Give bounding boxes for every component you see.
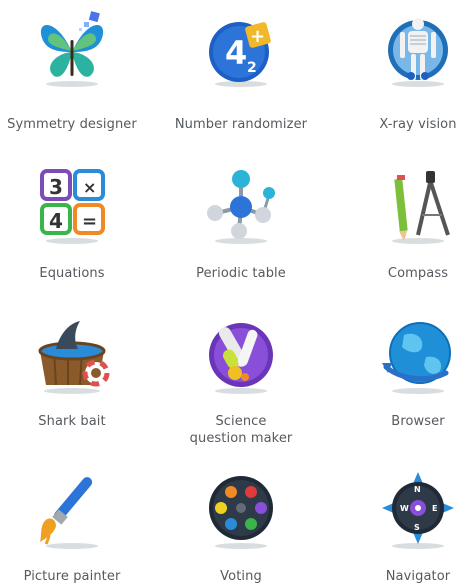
nav-compass-icon: N S W E xyxy=(380,468,456,549)
app-label-line1: Science xyxy=(215,414,267,429)
skeleton-icon xyxy=(380,10,456,90)
app-label: Equations xyxy=(39,266,105,281)
app-tile-equations[interactable]: 3 × 4 = Equations xyxy=(0,165,147,295)
app-tile-periodic-table[interactable]: Periodic table xyxy=(166,165,316,295)
app-tile-science-question-maker[interactable]: Science question maker xyxy=(166,313,316,453)
app-tile-browser[interactable]: Browser xyxy=(343,313,459,443)
paintbrush-icon xyxy=(34,468,110,549)
app-label: Navigator xyxy=(385,569,451,584)
app-label: Periodic table xyxy=(196,266,286,281)
app-label: Voting xyxy=(220,569,262,584)
svg-text:S: S xyxy=(414,523,420,532)
voting-palette-icon xyxy=(203,468,279,549)
butterfly-icon xyxy=(34,10,110,90)
app-label: X-ray vision xyxy=(379,117,457,132)
app-tile-navigator[interactable]: N S W E Navigator xyxy=(343,468,459,584)
shark-tub-icon xyxy=(34,313,110,394)
drawing-compass-icon xyxy=(380,165,456,245)
app-tile-picture-painter[interactable]: Picture painter xyxy=(0,468,147,584)
app-tile-symmetry-designer[interactable]: Symmetry designer xyxy=(0,10,147,140)
svg-text:4: 4 xyxy=(225,34,247,72)
molecule-icon xyxy=(203,165,279,245)
app-tile-shark-bait[interactable]: Shark bait xyxy=(0,313,147,443)
svg-text:×: × xyxy=(83,178,96,197)
app-label-line2: question maker xyxy=(189,431,293,446)
svg-text:E: E xyxy=(432,504,437,513)
app-label: Picture painter xyxy=(23,569,121,584)
app-label: Browser xyxy=(391,414,445,429)
app-label: Symmetry designer xyxy=(7,117,137,132)
equation-tiles-icon: 3 × 4 = xyxy=(34,165,110,245)
svg-text:4: 4 xyxy=(49,209,63,233)
number-dice-icon: 4 + 2 xyxy=(203,10,279,90)
app-grid: Symmetry designer 4 + 2 Number randomize… xyxy=(0,0,459,584)
svg-text:+: + xyxy=(250,26,265,47)
app-label: Shark bait xyxy=(38,414,106,429)
app-tile-compass[interactable]: Compass xyxy=(343,165,459,295)
globe-icon xyxy=(380,313,456,394)
app-label: Compass xyxy=(387,266,449,281)
svg-text:3: 3 xyxy=(49,175,63,199)
svg-text:W: W xyxy=(400,504,409,513)
app-tile-number-randomizer[interactable]: 4 + 2 Number randomizer xyxy=(166,10,316,140)
svg-text:N: N xyxy=(414,485,421,494)
test-tube-icon xyxy=(203,313,279,394)
svg-text:2: 2 xyxy=(247,60,257,76)
app-tile-x-ray-vision[interactable]: X-ray vision xyxy=(343,10,459,140)
app-tile-voting[interactable]: Voting xyxy=(166,468,316,584)
app-label: Number randomizer xyxy=(174,117,308,132)
svg-text:=: = xyxy=(82,211,97,232)
